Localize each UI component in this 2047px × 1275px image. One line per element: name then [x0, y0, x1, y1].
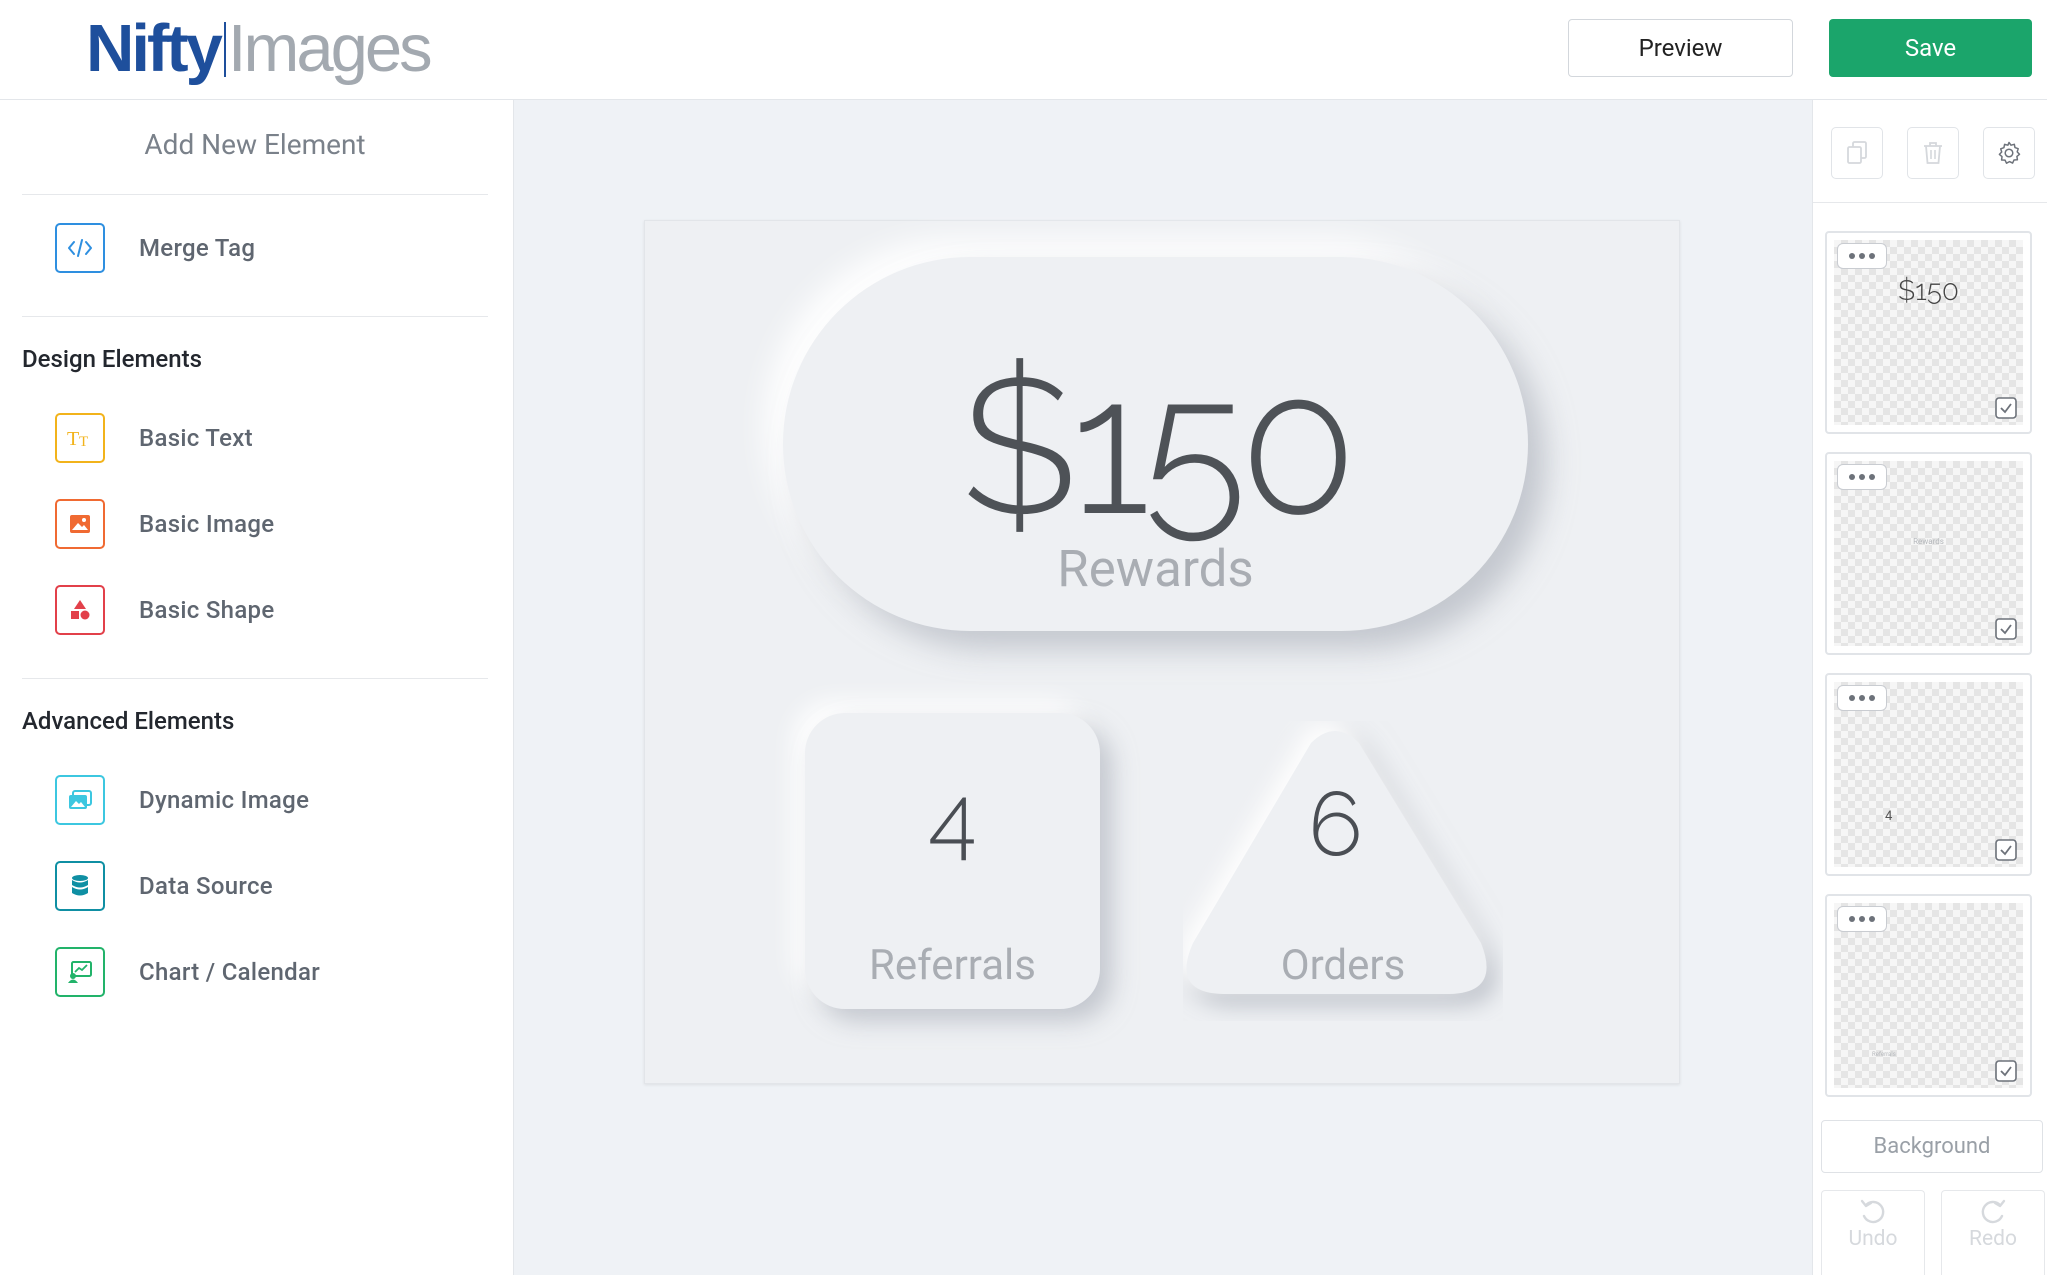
layer-menu-button[interactable]	[1837, 243, 1887, 269]
image-icon	[55, 499, 105, 549]
element-dynamic-image[interactable]: Dynamic Image	[55, 774, 309, 826]
element-basic-shape[interactable]: Basic Shape	[55, 584, 275, 636]
checkbox-icon[interactable]	[1995, 1060, 2017, 1082]
layer-thumbnail[interactable]: Referrals	[1825, 894, 2032, 1097]
logo-text-nifty: Nifty	[86, 11, 223, 86]
logo: Nifty Images	[86, 4, 433, 94]
top-header: Nifty Images Preview Save	[0, 0, 2047, 100]
settings-button[interactable]	[1983, 127, 2035, 179]
trash-icon	[1924, 142, 1942, 164]
divider	[22, 678, 488, 679]
divider	[1813, 202, 2047, 203]
layer-text: $150	[1898, 274, 1959, 307]
layer-preview: $150	[1834, 240, 2023, 425]
more-icon	[1849, 695, 1855, 701]
layer-menu-button[interactable]	[1837, 464, 1887, 490]
element-label: Basic Shape	[139, 596, 275, 624]
layer-preview: 4	[1834, 682, 2023, 867]
redo-button[interactable]: Redo	[1941, 1190, 2045, 1275]
logo-divider	[223, 21, 226, 77]
divider	[22, 316, 488, 317]
shapes-icon	[55, 585, 105, 635]
more-icon	[1849, 253, 1855, 259]
design-artboard[interactable]: $150 Rewards 4 Referrals 6 Orders	[644, 220, 1680, 1084]
orders-value[interactable]: 6	[1183, 779, 1488, 869]
layer-preview: Referrals	[1834, 903, 2023, 1088]
element-label: Basic Image	[139, 510, 275, 538]
layers-panel: $150 Rewards 4 Referrals Background Undo…	[1812, 100, 2047, 1275]
layer-thumbnail[interactable]: Rewards	[1825, 452, 2032, 655]
layer-thumbnail[interactable]: $150	[1825, 231, 2032, 434]
database-icon	[55, 861, 105, 911]
rewards-label[interactable]: Rewards	[783, 540, 1528, 599]
element-data-source[interactable]: Data Source	[55, 860, 273, 912]
rewards-pill-shape[interactable]: $150 Rewards	[783, 257, 1528, 631]
svg-text:T: T	[79, 434, 88, 449]
delete-button[interactable]	[1907, 127, 1959, 179]
element-label: Data Source	[139, 872, 273, 900]
section-title-design: Design Elements	[22, 345, 202, 373]
layer-preview: Rewards	[1834, 461, 2023, 646]
more-icon	[1849, 474, 1855, 480]
element-basic-text[interactable]: T T Basic Text	[55, 412, 253, 464]
element-basic-image[interactable]: Basic Image	[55, 498, 274, 550]
referrals-label[interactable]: Referrals	[805, 941, 1100, 990]
redo-label: Redo	[1969, 1227, 2017, 1251]
checkbox-icon[interactable]	[1995, 397, 2017, 419]
dynamic-image-icon	[55, 775, 105, 825]
undo-button[interactable]: Undo	[1821, 1190, 1925, 1275]
element-label: Chart / Calendar	[139, 958, 320, 986]
layer-text: 4	[1885, 809, 1893, 824]
checkbox-icon[interactable]	[1995, 618, 2017, 640]
logo-text-images: Images	[227, 11, 433, 86]
divider	[22, 194, 488, 195]
element-label: Basic Text	[139, 424, 253, 452]
duplicate-button[interactable]	[1831, 127, 1883, 179]
orders-label[interactable]: Orders	[1183, 941, 1503, 990]
element-label: Merge Tag	[139, 234, 256, 262]
layer-thumbnail[interactable]: 4	[1825, 673, 2032, 876]
orders-triangle-shape[interactable]: 6 Orders	[1183, 721, 1503, 1021]
code-icon	[55, 223, 105, 273]
svg-text:T: T	[67, 428, 79, 449]
layer-menu-button[interactable]	[1837, 685, 1887, 711]
element-chart-calendar[interactable]: Chart / Calendar	[55, 946, 320, 998]
section-title-advanced: Advanced Elements	[22, 707, 235, 735]
copy-icon	[1847, 141, 1867, 164]
element-sidebar: Add New Element Merge Tag Design Element…	[0, 100, 514, 1275]
referrals-square-shape[interactable]: 4 Referrals	[805, 713, 1100, 1009]
design-canvas[interactable]: $150 Rewards 4 Referrals 6 Orders	[514, 100, 1812, 1275]
layer-text: Referrals	[1872, 1051, 1896, 1058]
rewards-value[interactable]: $150	[783, 352, 1528, 542]
element-label: Dynamic Image	[139, 786, 310, 814]
gear-icon	[1998, 141, 2021, 164]
more-icon	[1849, 916, 1855, 922]
save-button[interactable]: Save	[1829, 19, 2032, 77]
element-merge-tag[interactable]: Merge Tag	[55, 222, 255, 274]
layer-text: Rewards	[1913, 537, 1944, 546]
redo-icon	[1981, 1199, 2006, 1224]
preview-button[interactable]: Preview	[1568, 19, 1793, 77]
undo-icon	[1860, 1199, 1885, 1224]
background-button[interactable]: Background	[1821, 1120, 2043, 1173]
undo-label: Undo	[1848, 1227, 1898, 1251]
referrals-value[interactable]: 4	[805, 773, 1100, 863]
layer-menu-button[interactable]	[1837, 906, 1887, 932]
sidebar-title: Add New Element	[144, 128, 366, 161]
text-icon: T T	[55, 413, 105, 463]
checkbox-icon[interactable]	[1995, 839, 2017, 861]
chart-icon	[55, 947, 105, 997]
